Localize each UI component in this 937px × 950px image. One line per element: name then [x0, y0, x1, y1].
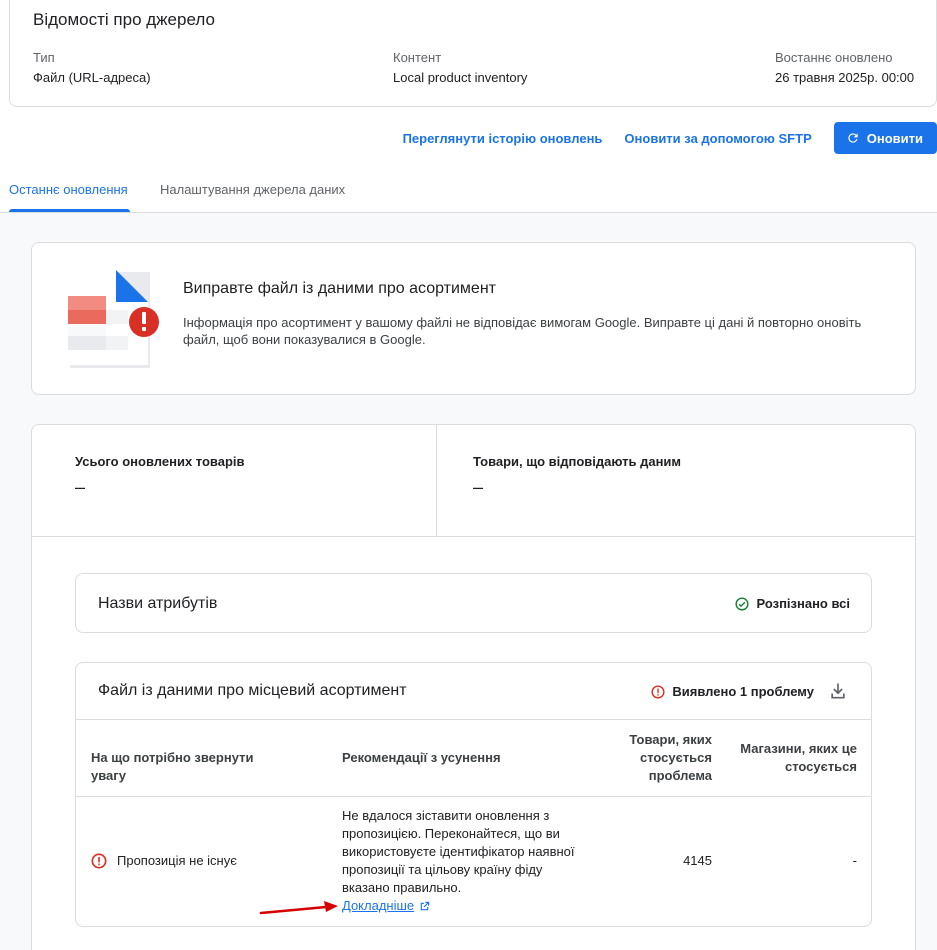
file-issue-status: Виявлено 1 проблему: [651, 684, 814, 699]
updated-value: 26 травня 2025р. 00:00: [775, 70, 915, 85]
content-label: Контент: [393, 50, 442, 65]
tab-bar: Останнє оновлення Налаштування джерела д…: [0, 171, 937, 213]
error-icon: [651, 684, 665, 699]
updated-meta: Востаннє оновлено 26 травня 2025р. 00:00: [775, 50, 914, 85]
total-updated-label: Усього оновлених товарів: [75, 454, 245, 469]
table-row-fix: Не вдалося зіставити оновлення з пропози…: [342, 807, 582, 915]
col-header-stores: Магазини, яких це стосується: [740, 741, 857, 774]
alert-title: Виправте файл із даними про асортимент: [183, 280, 496, 297]
alert-text: Інформація про асортимент у вашому файлі…: [183, 315, 862, 347]
attribute-names-title: Назви атрибутів: [98, 595, 218, 612]
learn-more-label: Докладніше: [342, 898, 415, 913]
view-history-button[interactable]: Переглянути історію оновлень: [403, 131, 603, 146]
matched-products-value: –: [473, 477, 484, 497]
learn-more-link[interactable]: Докладніше: [342, 897, 430, 915]
external-link-icon: [420, 901, 430, 910]
source-info-title: Відомості про джерело: [33, 10, 215, 29]
tab-latest-update[interactable]: Останнє оновлення: [9, 182, 128, 197]
alert-card: Виправте файл із даними про асортимент І…: [31, 242, 916, 395]
total-updated-stat: Усього оновлених товарів –: [75, 454, 245, 498]
refresh-button-label: Оновити: [866, 130, 923, 146]
total-updated-value: –: [75, 477, 86, 497]
issue-label: Пропозиція не існує: [117, 853, 237, 868]
updated-label: Востаннє оновлено: [775, 50, 893, 65]
table-row-stores: -: [852, 853, 857, 868]
table-top-divider: [76, 719, 871, 720]
col-header-products: Товари, яких стосується проблема: [629, 732, 712, 783]
inventory-file-title: Файл із даними про місцевий асортимент: [98, 682, 407, 699]
error-icon: [91, 853, 107, 869]
stats-divider: [32, 536, 915, 537]
content-meta: Контент Local product inventory: [393, 50, 527, 85]
source-info-card: Відомості про джерело Тип Файл (URL-адре…: [9, 0, 937, 107]
refresh-button[interactable]: Оновити: [833, 122, 937, 154]
content-value: Local product inventory: [393, 70, 528, 85]
document-error-illustration: [68, 270, 159, 368]
attribute-status-label: Розпізнано всі: [756, 596, 850, 611]
file-issue-label: Виявлено 1 проблему: [672, 684, 814, 699]
sftp-update-button[interactable]: Оновити за допомогою SFTP: [624, 131, 811, 146]
refresh-icon: [848, 133, 858, 143]
col-header-fix: Рекомендації з усунення: [342, 750, 501, 765]
action-bar: Переглянути історію оновлень Оновити за …: [403, 122, 937, 154]
matched-products-label: Товари, що відповідають даним: [473, 454, 682, 469]
col-header-issue: На що потрібно звернути увагу: [91, 750, 254, 783]
type-meta: Тип Файл (URL-адреса): [33, 50, 151, 85]
arrow-annotation: [259, 901, 338, 915]
fix-text: Не вдалося зіставити оновлення з пропози…: [342, 808, 575, 895]
matched-products-stat: Товари, що відповідають даним –: [473, 454, 681, 498]
inventory-file-card: Файл із даними про місцевий асортимент В…: [75, 662, 872, 927]
table-row-products: 4145: [683, 853, 712, 868]
table-header-divider: [76, 796, 871, 797]
type-value: Файл (URL-адреса): [33, 70, 151, 85]
active-tab-indicator: [9, 209, 130, 212]
table-row-issue: Пропозиція не існує: [91, 852, 237, 870]
attribute-status: Розпізнано всі: [735, 596, 850, 611]
stat-divider: [436, 425, 437, 536]
type-label: Тип: [33, 50, 55, 65]
tab-source-settings[interactable]: Налаштування джерела даних: [160, 182, 345, 197]
attribute-names-card: Назви атрибутів Розпізнано всі: [75, 573, 872, 633]
check-circle-icon: [735, 596, 750, 611]
download-icon[interactable]: [828, 681, 848, 701]
